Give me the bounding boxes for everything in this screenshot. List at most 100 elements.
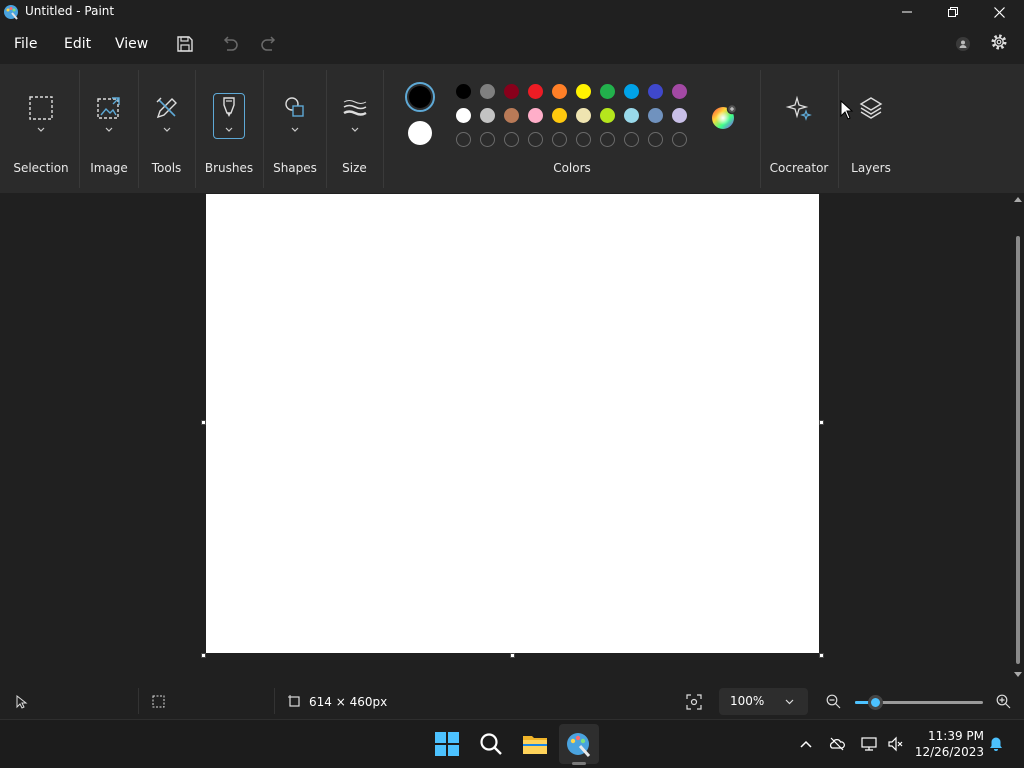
settings-gear-icon[interactable] bbox=[989, 32, 1009, 52]
brush-icon bbox=[223, 97, 235, 117]
color-swatch[interactable] bbox=[528, 108, 543, 123]
color-swatch[interactable] bbox=[624, 108, 639, 123]
resize-handle-right[interactable] bbox=[819, 420, 824, 425]
custom-color-slot[interactable] bbox=[528, 132, 543, 147]
color-swatch[interactable] bbox=[648, 108, 663, 123]
color-swatch[interactable] bbox=[504, 84, 519, 99]
group-label-cocreator: Cocreator bbox=[769, 161, 829, 175]
group-selection[interactable]: Selection bbox=[4, 64, 78, 193]
group-label-selection: Selection bbox=[13, 161, 69, 175]
zoom-dropdown[interactable]: 100% bbox=[719, 688, 808, 715]
scroll-down-arrow-icon[interactable] bbox=[1014, 672, 1022, 678]
taskbar-clock[interactable]: 11:39 PM 12/26/2023 bbox=[914, 728, 984, 760]
divider bbox=[138, 688, 139, 714]
group-cocreator[interactable]: Cocreator bbox=[761, 64, 837, 193]
search-icon[interactable] bbox=[478, 731, 504, 757]
scroll-up-arrow-icon[interactable] bbox=[1014, 196, 1022, 202]
start-windows-icon[interactable] bbox=[434, 731, 460, 757]
group-label-brushes: Brushes bbox=[204, 161, 254, 175]
color-swatch[interactable] bbox=[672, 108, 687, 123]
group-label-tools: Tools bbox=[151, 161, 182, 175]
zoom-out-icon[interactable] bbox=[826, 694, 841, 709]
paint-taskbar-icon[interactable] bbox=[566, 731, 592, 757]
custom-color-slot[interactable] bbox=[648, 132, 663, 147]
clock-date: 12/26/2023 bbox=[914, 745, 984, 759]
primary-color-ring[interactable] bbox=[405, 82, 435, 112]
minimize-button[interactable] bbox=[884, 0, 930, 24]
custom-color-slot[interactable] bbox=[504, 132, 519, 147]
volume-muted-icon[interactable] bbox=[887, 736, 903, 752]
resize-handle-bottom-left[interactable] bbox=[201, 653, 206, 658]
group-label-image: Image bbox=[90, 161, 128, 175]
color-swatch[interactable] bbox=[480, 84, 495, 99]
color-swatch[interactable] bbox=[576, 84, 591, 99]
image-icon bbox=[97, 97, 120, 119]
zoom-value: 100% bbox=[730, 694, 765, 708]
color-swatch[interactable] bbox=[672, 84, 687, 99]
pointer-position-icon bbox=[16, 695, 28, 709]
primary-color-swatch[interactable] bbox=[409, 86, 431, 108]
onedrive-cloud-icon[interactable] bbox=[829, 736, 845, 752]
group-tools[interactable]: Tools bbox=[139, 64, 194, 193]
chevron-up-icon[interactable] bbox=[798, 736, 814, 752]
size-lines-icon bbox=[342, 100, 367, 116]
color-swatch[interactable] bbox=[552, 84, 567, 99]
drawing-canvas[interactable] bbox=[206, 194, 819, 653]
custom-color-slot[interactable] bbox=[576, 132, 591, 147]
menu-file[interactable]: File bbox=[14, 36, 37, 52]
secondary-color-swatch[interactable] bbox=[408, 121, 432, 145]
resize-handle-bottom-right[interactable] bbox=[819, 653, 824, 658]
zoom-in-icon[interactable] bbox=[996, 694, 1011, 709]
chevron-down-icon bbox=[163, 127, 170, 132]
custom-color-slot[interactable] bbox=[600, 132, 615, 147]
color-swatch[interactable] bbox=[600, 108, 615, 123]
resize-handle-left[interactable] bbox=[201, 420, 206, 425]
color-swatch[interactable] bbox=[624, 84, 639, 99]
selection-size-icon bbox=[152, 695, 165, 708]
color-swatch[interactable] bbox=[528, 84, 543, 99]
color-swatch[interactable] bbox=[504, 108, 519, 123]
layers-icon bbox=[859, 97, 883, 119]
network-icon[interactable] bbox=[861, 736, 877, 752]
menu-edit[interactable]: Edit bbox=[64, 36, 91, 52]
group-image[interactable]: Image bbox=[80, 64, 138, 193]
group-label-colors: Colors bbox=[553, 161, 591, 175]
group-label-size: Size bbox=[342, 161, 367, 175]
color-swatch[interactable] bbox=[600, 84, 615, 99]
account-icon[interactable] bbox=[953, 34, 973, 54]
group-shapes[interactable]: Shapes bbox=[264, 64, 326, 193]
taskbar-active-indicator bbox=[572, 762, 586, 765]
restore-icon bbox=[948, 7, 958, 17]
color-swatch[interactable] bbox=[480, 108, 495, 123]
resize-handle-bottom[interactable] bbox=[510, 653, 515, 658]
paint-app-icon bbox=[4, 5, 18, 20]
zoom-slider-thumb[interactable] bbox=[868, 695, 883, 710]
color-swatch[interactable] bbox=[576, 108, 591, 123]
color-swatch[interactable] bbox=[648, 84, 663, 99]
restore-button[interactable] bbox=[930, 0, 976, 24]
color-swatch[interactable] bbox=[456, 108, 471, 123]
scrollbar-thumb[interactable] bbox=[1016, 236, 1020, 664]
custom-color-slot[interactable] bbox=[624, 132, 639, 147]
custom-color-slot[interactable] bbox=[456, 132, 471, 147]
redo-icon[interactable] bbox=[259, 34, 279, 54]
undo-icon[interactable] bbox=[220, 34, 240, 54]
file-explorer-icon[interactable] bbox=[522, 731, 548, 757]
custom-color-slot[interactable] bbox=[552, 132, 567, 147]
group-layers[interactable]: Layers bbox=[839, 64, 903, 193]
group-size[interactable]: Size bbox=[327, 64, 382, 193]
color-swatch[interactable] bbox=[456, 84, 471, 99]
notification-bell-icon[interactable] bbox=[988, 736, 1004, 752]
group-label-layers: Layers bbox=[851, 161, 891, 175]
save-icon[interactable] bbox=[175, 34, 195, 54]
group-brushes[interactable]: Brushes bbox=[196, 64, 262, 193]
menu-view[interactable]: View bbox=[115, 36, 148, 52]
color-swatch[interactable] bbox=[552, 108, 567, 123]
close-button[interactable] bbox=[976, 0, 1022, 24]
custom-color-slot[interactable] bbox=[672, 132, 687, 147]
chevron-down-icon bbox=[785, 699, 794, 705]
fit-to-window-icon[interactable] bbox=[686, 694, 702, 710]
chevron-down-icon bbox=[291, 127, 299, 132]
custom-color-slot[interactable] bbox=[480, 132, 495, 147]
edit-colors-wheel-icon[interactable] bbox=[710, 103, 738, 131]
